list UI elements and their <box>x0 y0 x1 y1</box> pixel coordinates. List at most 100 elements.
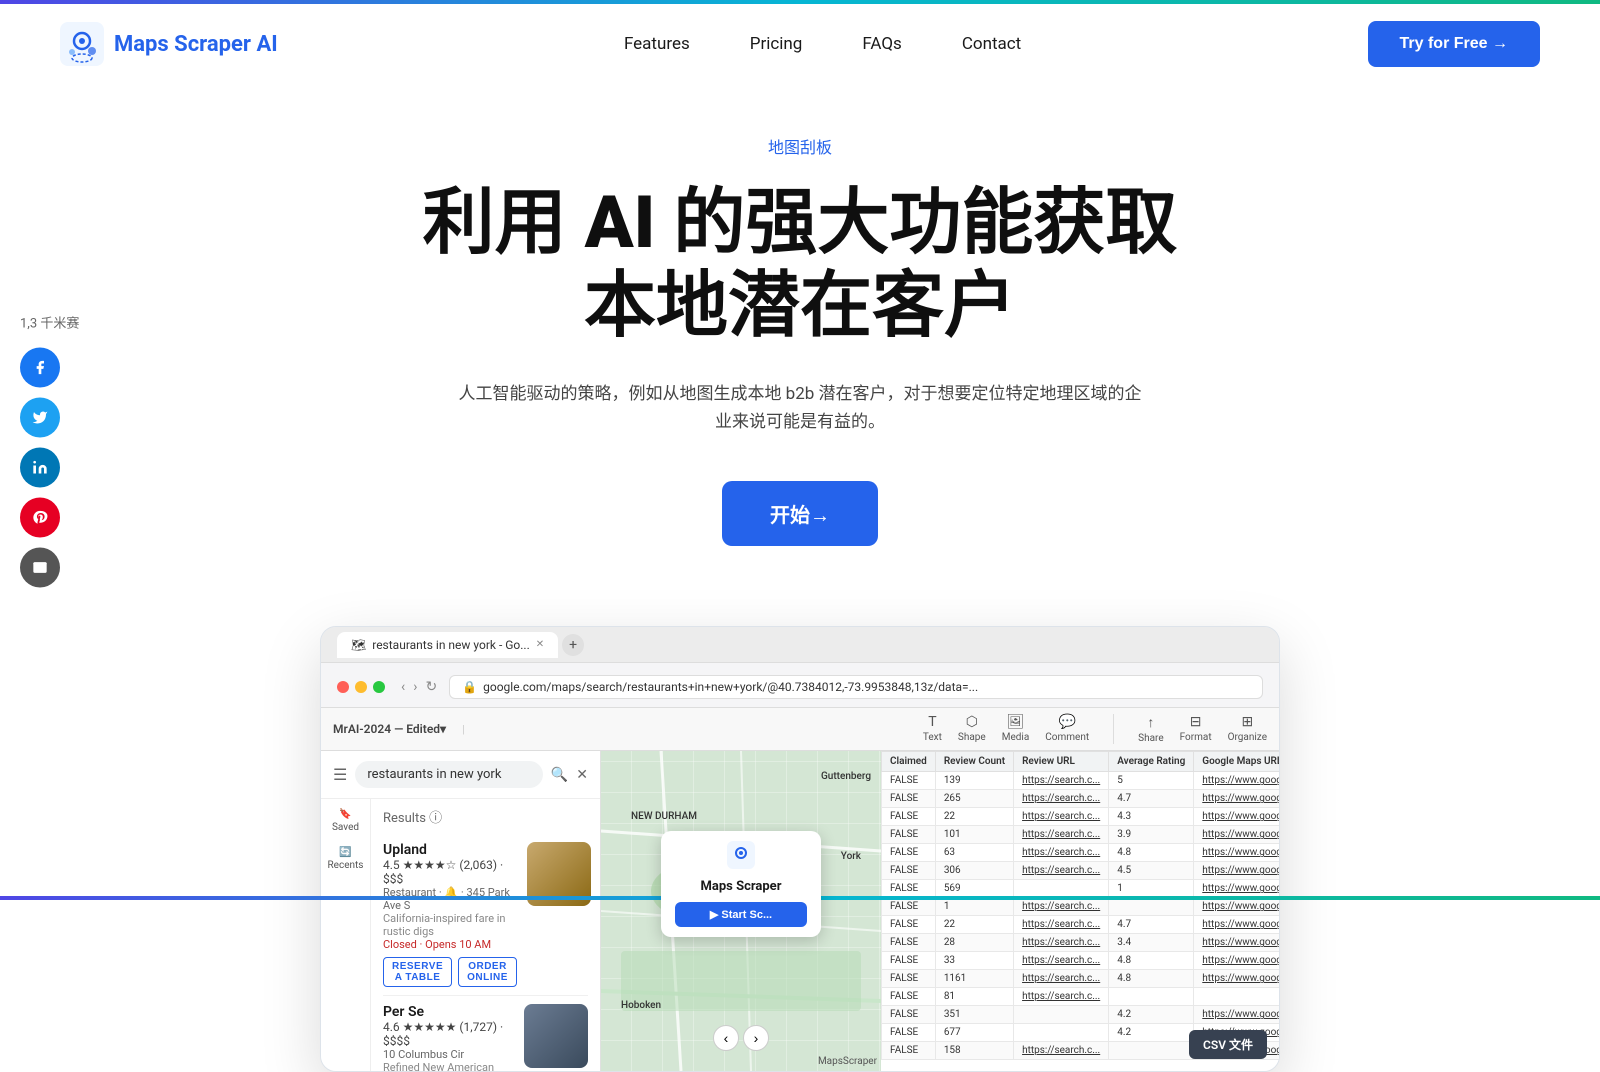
minimize-button-tl[interactable] <box>355 681 367 693</box>
order-button-upland[interactable]: ORDER ONLINE <box>458 957 517 987</box>
sheet-action-media[interactable]: 🖼 Media <box>1002 714 1030 744</box>
share-icon: ↑ <box>1147 714 1154 731</box>
sheet-action-organize[interactable]: ⊞ Organize <box>1228 714 1267 744</box>
start-scrape-button[interactable]: ▶ Start Sc... <box>675 902 807 927</box>
table-cell-13-1: 351 <box>935 1006 1013 1024</box>
table-cell-2-3: 4.3 <box>1109 808 1194 826</box>
table-cell-15-2: https://search.c... <box>1014 1042 1109 1060</box>
data-table: Claimed Review Count Review URL Average … <box>881 751 1279 1060</box>
sheet-action-shape[interactable]: ⬡ Shape <box>958 714 986 744</box>
start-button[interactable]: 开始→ <box>722 481 878 546</box>
table-cell-2-4: https://www.google.c... <box>1194 808 1279 826</box>
table-cell-7-0: FALSE <box>882 898 936 916</box>
maps-search-input[interactable]: restaurants in new york <box>355 761 542 788</box>
table-cell-5-4: https://www.google.c... <box>1194 862 1279 880</box>
tab-title: restaurants in new york - Go... <box>372 638 530 652</box>
table-row: FALSE1161https://search.c...4.8https://w… <box>882 970 1280 988</box>
close-button-tl[interactable] <box>337 681 349 693</box>
share-facebook-button[interactable] <box>20 348 60 388</box>
logo-link[interactable]: Maps Scraper AI <box>60 22 278 66</box>
nav-contact[interactable]: Contact <box>962 34 1021 54</box>
col-header-avg-rating: Average Rating <box>1109 752 1194 772</box>
logo-text: Maps Scraper AI <box>114 32 278 57</box>
table-cell-8-2: https://search.c... <box>1014 916 1109 934</box>
hamburger-icon[interactable]: ☰ <box>333 765 347 784</box>
place-name-perse: Per Se <box>383 1004 514 1020</box>
sheet-table-scroll[interactable]: Claimed Review Count Review URL Average … <box>881 751 1279 1071</box>
reserve-button-upland[interactable]: RESERVE A TABLE <box>383 957 452 987</box>
col-header-maps-url: Google Maps URL <box>1194 752 1279 772</box>
navbar: Maps Scraper AI Features Pricing FAQs Co… <box>0 4 1600 84</box>
table-row: FALSE306https://search.c...4.5https://ww… <box>882 862 1280 880</box>
hero-title-line2: 本地潜在客户 <box>584 263 1016 348</box>
new-tab-button[interactable]: + <box>562 634 584 656</box>
sheet-action-comment[interactable]: 💬 Comment <box>1045 714 1089 744</box>
clock-icon: 🔄 <box>339 847 351 858</box>
top-gradient-bar <box>0 0 1600 4</box>
share-pinterest-button[interactable] <box>20 498 60 538</box>
sheet-action-text[interactable]: T Text <box>923 714 942 744</box>
table-row: FALSE22https://search.c...4.3https://www… <box>882 808 1280 826</box>
table-cell-2-1: 22 <box>935 808 1013 826</box>
place-card-perse[interactable]: Per Se 4.6 ★★★★★ (1,727) · $$$$ 10 Colum… <box>383 996 588 1071</box>
recents-icon-btn[interactable]: 🔄 Recents <box>328 847 364 871</box>
browser-tabs-bar: 🗺 restaurants in new york - Go... ✕ + <box>321 627 1279 663</box>
maximize-button-tl[interactable] <box>373 681 385 693</box>
try-free-button[interactable]: Try for Free → <box>1368 21 1540 67</box>
table-cell-15-1: 158 <box>935 1042 1013 1060</box>
share-email-button[interactable] <box>20 548 60 588</box>
traffic-lights <box>337 681 385 693</box>
saved-label: Saved <box>332 822 359 833</box>
place-type-perse: 10 Columbus Cir <box>383 1048 514 1061</box>
table-cell-4-0: FALSE <box>882 844 936 862</box>
table-cell-1-0: FALSE <box>882 790 936 808</box>
search-icon[interactable]: 🔍 <box>551 767 568 783</box>
sheet-title: MrAI-2024 — Edited▾ <box>333 722 446 736</box>
table-row: FALSE28https://search.c...3.4https://www… <box>882 934 1280 952</box>
map-prev-button[interactable]: ‹ <box>713 1025 739 1051</box>
nav-pricing[interactable]: Pricing <box>750 34 803 54</box>
nav-features[interactable]: Features <box>624 34 690 54</box>
bookmark-icon: 🔖 <box>339 809 351 820</box>
refresh-button[interactable]: ↻ <box>425 679 437 695</box>
table-row: FALSE22https://search.c...4.7https://www… <box>882 916 1280 934</box>
text-icon: T <box>928 714 936 730</box>
share-linkedin-button[interactable] <box>20 448 60 488</box>
table-cell-11-3: 4.8 <box>1109 970 1194 988</box>
place-info-perse: Per Se 4.6 ★★★★★ (1,727) · $$$$ 10 Colum… <box>383 1004 514 1071</box>
place-rating-perse: 4.6 ★★★★★ (1,727) · $$$$ <box>383 1020 514 1048</box>
forward-button[interactable]: › <box>413 679 417 695</box>
col-header-claimed: Claimed <box>882 752 936 772</box>
map-next-button[interactable]: › <box>743 1025 769 1051</box>
table-cell-0-4: https://www.google.c... <box>1194 772 1279 790</box>
sheet-action-format[interactable]: ⊟ Format <box>1180 714 1212 744</box>
nav-faqs[interactable]: FAQs <box>862 34 901 54</box>
table-row: FALSE265https://search.c...4.7https://ww… <box>882 790 1280 808</box>
browser-mockup: 🗺 restaurants in new york - Go... ✕ + ‹ … <box>320 626 1280 1072</box>
back-button[interactable]: ‹ <box>401 679 405 695</box>
place-rating-upland: 4.5 ★★★★☆ (2,063) · $$$ <box>383 858 517 886</box>
table-cell-9-1: 28 <box>935 934 1013 952</box>
tab-close-icon[interactable]: ✕ <box>536 639 544 650</box>
saved-icon-btn[interactable]: 🔖 Saved <box>332 809 359 833</box>
place-thumb-perse <box>524 1004 588 1068</box>
hero-section: 地图刮板 利用 AI 的强大功能获取 本地潜在客户 人工智能驱动的策略，例如从地… <box>0 84 1600 606</box>
place-card-upland[interactable]: Upland 4.5 ★★★★☆ (2,063) · $$$ Restauran… <box>383 834 588 996</box>
table-cell-7-4: https://www.google.c... <box>1194 898 1279 916</box>
table-cell-7-3 <box>1109 898 1194 916</box>
popup-title: Maps Scraper <box>675 879 807 894</box>
results-label: Results ⓘ <box>383 807 442 826</box>
spreadsheet-panel: Claimed Review Count Review URL Average … <box>881 751 1279 1071</box>
share-twitter-button[interactable] <box>20 398 60 438</box>
browser-tab-active[interactable]: 🗺 restaurants in new york - Go... ✕ <box>337 632 558 658</box>
table-cell-2-0: FALSE <box>882 808 936 826</box>
sheet-divider-1: | <box>462 723 465 736</box>
media-icon: 🖼 <box>1007 714 1025 730</box>
recents-label: Recents <box>328 860 364 871</box>
sheet-action-share[interactable]: ↑ Share <box>1138 714 1163 744</box>
address-bar[interactable]: 🔒 google.com/maps/search/restaurants+in+… <box>449 675 1263 699</box>
table-cell-8-4: https://www.google.c... <box>1194 916 1279 934</box>
table-cell-14-3: 4.2 <box>1109 1024 1194 1042</box>
close-icon[interactable]: ✕ <box>576 767 588 783</box>
table-cell-9-4: https://www.google.c... <box>1194 934 1279 952</box>
